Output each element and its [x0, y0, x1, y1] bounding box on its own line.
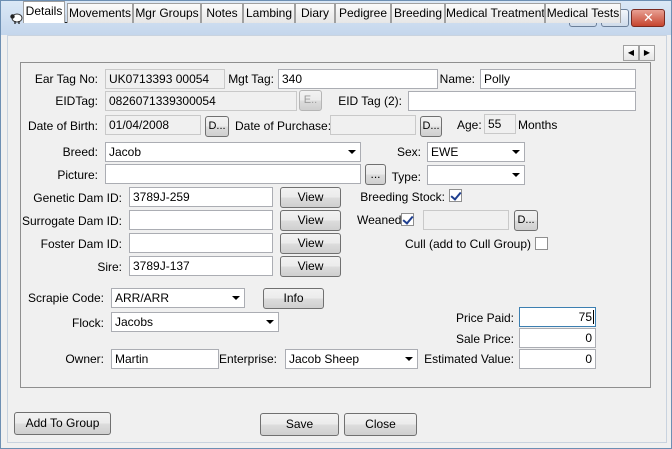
estimated-value-label: Estimated Value:: [424, 352, 514, 366]
breed-label: Breed:: [62, 145, 98, 159]
tab-medical-tests[interactable]: Medical Tests: [545, 3, 621, 23]
chevron-down-icon: [266, 320, 274, 324]
eid-tag2-field[interactable]: [408, 91, 636, 111]
foster-dam-label: Foster Dam ID:: [40, 237, 122, 251]
dob-label: Date of Birth:: [27, 119, 98, 133]
picture-browse-button[interactable]: ...: [365, 164, 386, 185]
genetic-dam-label: Genetic Dam ID:: [33, 191, 122, 205]
enterprise-select[interactable]: Jacob Sheep: [285, 349, 418, 369]
tab-breeding[interactable]: Breeding: [391, 3, 445, 23]
age-label: Age:: [457, 118, 482, 132]
view-surrogate-dam-button[interactable]: View: [280, 210, 341, 231]
chevron-down-icon: [232, 296, 240, 300]
price-paid-label: Price Paid:: [455, 311, 514, 325]
name-field[interactable]: Polly: [480, 69, 636, 89]
dob-field: 01/04/2008: [105, 115, 201, 135]
tab-medical-treatment[interactable]: Medical Treatment: [445, 3, 545, 23]
chevron-down-icon: [348, 150, 356, 154]
tab-mgr-groups[interactable]: Mgr Groups: [133, 3, 201, 23]
ear-tag-field: UK0713393 00054: [105, 69, 225, 89]
view-foster-dam-button[interactable]: View: [280, 233, 341, 254]
weaned-date-picker-button[interactable]: D...: [514, 210, 538, 231]
purchase-date-picker-button[interactable]: D...: [420, 116, 442, 137]
weaned-date-field: [423, 210, 509, 230]
scrapie-code-value: ARR/ARR: [115, 291, 170, 305]
eid-tag-field: 0826071339300054: [105, 91, 297, 111]
cull-label: Cull (add to Cull Group): [404, 237, 531, 251]
tab-scroll-right-icon[interactable]: ▶: [639, 45, 655, 61]
chevron-down-icon: [512, 150, 520, 154]
owner-field[interactable]: Martin: [111, 349, 219, 369]
view-sire-button[interactable]: View: [280, 256, 341, 277]
price-paid-field[interactable]: 75: [519, 307, 596, 327]
estimated-value-field[interactable]: 0: [519, 349, 596, 369]
foster-dam-field[interactable]: [129, 233, 273, 253]
mgt-tag-field[interactable]: 340: [278, 69, 438, 89]
purchase-date-label: Date of Purchase:: [235, 119, 332, 133]
picture-label: Picture:: [57, 168, 98, 182]
animal-record-window: UK0713393 00054 - 340 ✕ Details Movement…: [0, 0, 672, 449]
tab-diary[interactable]: Diary: [295, 3, 335, 23]
chevron-down-icon: [405, 357, 413, 361]
weaned-checkbox[interactable]: [401, 213, 414, 226]
breeding-stock-checkbox[interactable]: [449, 189, 462, 202]
surrogate-dam-field[interactable]: [129, 210, 273, 230]
age-field: 55: [484, 114, 516, 134]
sire-label: Sire:: [97, 260, 122, 274]
tab-details[interactable]: Details: [23, 1, 65, 23]
close-window-button[interactable]: ✕: [631, 9, 665, 27]
eid-tag-label: EIDTag:: [55, 94, 98, 108]
view-genetic-dam-button[interactable]: View: [280, 187, 341, 208]
scrapie-info-button[interactable]: Info: [263, 288, 324, 309]
sire-field[interactable]: 3789J-137: [129, 256, 273, 276]
picture-field[interactable]: [105, 164, 361, 184]
cull-checkbox[interactable]: [535, 237, 548, 250]
surrogate-dam-label: Surrogate Dam ID:: [21, 214, 122, 228]
flock-value: Jacobs: [115, 315, 154, 329]
enterprise-label: Enterprise:: [218, 352, 277, 366]
sale-price-field[interactable]: 0: [519, 328, 596, 348]
owner-label: Owner:: [65, 352, 104, 366]
tab-lambing[interactable]: Lambing: [243, 3, 295, 23]
genetic-dam-field[interactable]: 3789J-259: [129, 187, 273, 207]
chevron-down-icon: [512, 173, 520, 177]
mgt-tag-label: Mgt Tag:: [228, 72, 274, 86]
tab-notes[interactable]: Notes: [201, 3, 243, 23]
scrapie-code-select[interactable]: ARR/ARR: [111, 288, 245, 308]
tab-movements[interactable]: Movements: [67, 3, 133, 23]
age-unit-label: Months: [518, 118, 558, 132]
flock-label: Flock:: [71, 316, 104, 330]
type-label: Type:: [391, 170, 421, 184]
save-button[interactable]: Save: [260, 413, 339, 436]
tab-scroll-left-icon[interactable]: ◀: [623, 45, 639, 61]
sex-label: Sex:: [396, 145, 421, 159]
type-select[interactable]: [427, 165, 525, 185]
eid-read-button[interactable]: E..: [299, 90, 322, 111]
eid-tag2-label: EID Tag (2):: [338, 94, 402, 108]
text-cursor: [593, 310, 594, 324]
breeding-stock-label: Breeding Stock:: [360, 190, 445, 204]
sex-select[interactable]: EWE: [427, 142, 525, 162]
add-to-group-button[interactable]: Add To Group: [14, 412, 111, 435]
dob-picker-button[interactable]: D...: [205, 116, 229, 137]
flock-select[interactable]: Jacobs: [111, 312, 279, 332]
close-button[interactable]: Close: [344, 413, 417, 436]
breed-select[interactable]: Jacob: [105, 142, 361, 162]
weaned-label: Weaned: [357, 213, 402, 227]
close-icon: ✕: [643, 11, 654, 26]
purchase-date-field: [330, 115, 416, 135]
sale-price-label: Sale Price:: [455, 332, 514, 346]
scrapie-code-label: Scrapie Code:: [27, 291, 104, 305]
sex-value: EWE: [431, 145, 459, 159]
breed-value: Jacob: [109, 145, 142, 159]
tab-pedigree[interactable]: Pedigree: [335, 3, 391, 23]
enterprise-value: Jacob Sheep: [289, 352, 360, 366]
ear-tag-label: Ear Tag No:: [34, 72, 98, 86]
name-label: Name:: [439, 72, 475, 86]
